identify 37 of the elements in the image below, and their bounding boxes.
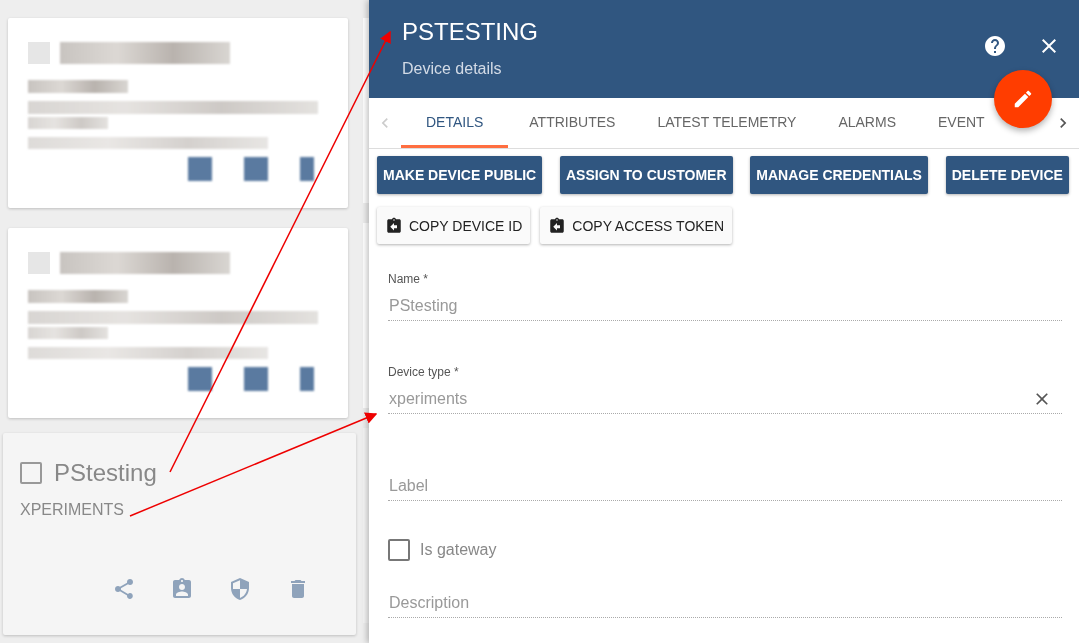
panel-subtitle: Device details bbox=[402, 60, 503, 78]
panel-title: PSTESTING bbox=[402, 18, 539, 46]
tab[interactable]: LATEST TELEMETRY bbox=[636, 98, 818, 148]
device-type: XPERIMENTS bbox=[20, 501, 124, 519]
action-button[interactable]: ASSIGN TO CUSTOMER bbox=[560, 156, 733, 194]
field-label: Name * bbox=[388, 272, 428, 286]
checkbox[interactable] bbox=[388, 539, 410, 561]
blurred-icon[interactable] bbox=[244, 367, 268, 391]
tab[interactable]: ATTRIBUTES bbox=[508, 98, 637, 148]
edit-button[interactable] bbox=[994, 70, 1052, 128]
checkbox[interactable] bbox=[28, 42, 50, 64]
action-button[interactable]: MANAGE CREDENTIALS bbox=[750, 156, 928, 194]
checkbox[interactable] bbox=[28, 252, 50, 274]
tab[interactable]: DETAILS bbox=[401, 98, 509, 148]
copy-button[interactable]: COPY ACCESS TOKEN bbox=[540, 207, 733, 244]
blurred-icon[interactable] bbox=[300, 157, 314, 181]
blurred-icon[interactable] bbox=[188, 157, 212, 181]
assign-user-icon[interactable] bbox=[170, 577, 194, 601]
device-name: PStesting bbox=[54, 459, 157, 487]
field-label: Device type * bbox=[388, 365, 459, 379]
blurred-icon[interactable] bbox=[188, 367, 212, 391]
shield-icon[interactable] bbox=[228, 577, 252, 601]
tab[interactable]: EVENT bbox=[917, 98, 985, 148]
copy-button[interactable]: COPY DEVICE ID bbox=[377, 207, 531, 244]
clipboard-icon bbox=[385, 215, 403, 236]
action-button[interactable]: DELETE DEVICE bbox=[945, 156, 1069, 194]
share-icon[interactable] bbox=[112, 577, 136, 601]
action-button[interactable]: MAKE DEVICE PUBLIC bbox=[377, 156, 543, 194]
help-icon[interactable] bbox=[983, 34, 1007, 58]
tab[interactable]: ALARMS bbox=[817, 98, 917, 148]
pencil-icon bbox=[1012, 88, 1034, 110]
blurred-icon[interactable] bbox=[300, 367, 314, 391]
checkbox[interactable] bbox=[20, 462, 42, 484]
checkbox-label: Is gateway bbox=[420, 541, 497, 559]
device-card[interactable]: PStesting XPERIMENTS bbox=[3, 433, 356, 635]
clipboard-icon bbox=[548, 215, 567, 236]
blurred-icon[interactable] bbox=[244, 157, 268, 181]
